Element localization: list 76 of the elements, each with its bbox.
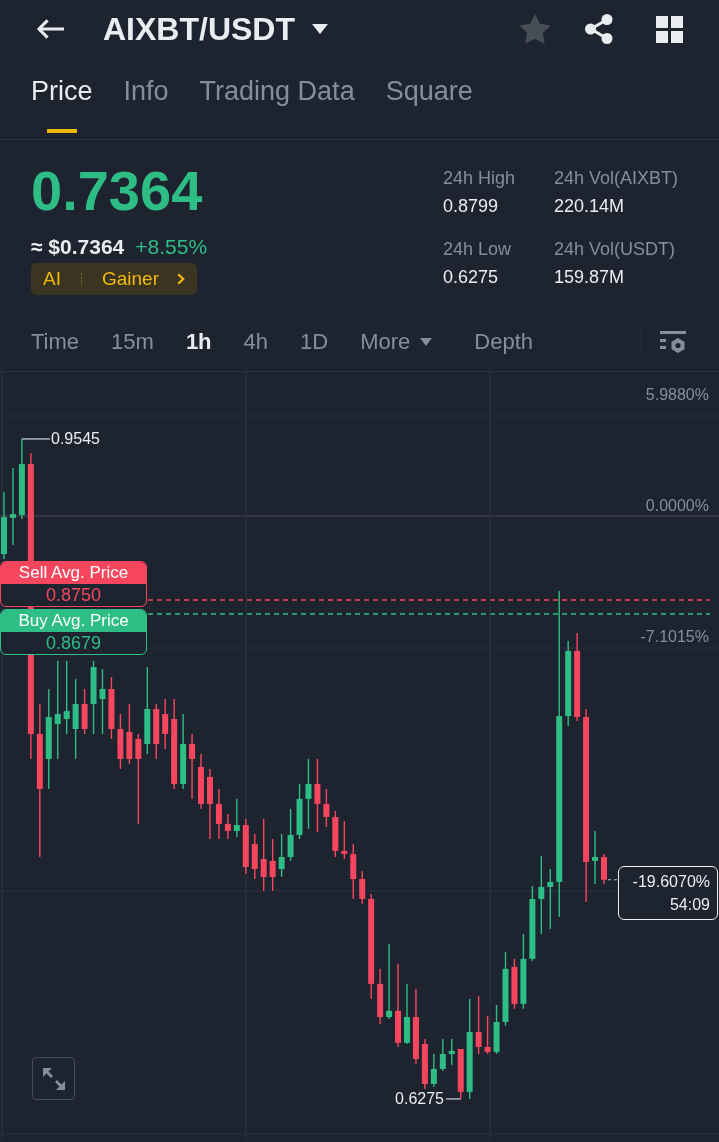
expand-icon bbox=[42, 1067, 65, 1090]
candle bbox=[484, 1015, 491, 1054]
leader-line bbox=[21, 438, 51, 440]
candle bbox=[404, 983, 410, 1044]
star-icon[interactable] bbox=[519, 14, 551, 44]
candle bbox=[592, 830, 599, 884]
stat-label: 24h Low bbox=[443, 238, 512, 260]
share-icon[interactable] bbox=[585, 14, 613, 44]
stat-label: 24h Vol(USDT) bbox=[554, 238, 676, 260]
candle bbox=[350, 844, 357, 899]
avg-price-value: 0.8679 bbox=[45, 632, 102, 654]
grid-icon[interactable] bbox=[656, 15, 683, 43]
candle bbox=[448, 1039, 455, 1065]
settings-icon[interactable] bbox=[660, 330, 686, 353]
back-arrow-icon[interactable] bbox=[35, 17, 66, 41]
interval-tab[interactable]: 1h bbox=[185, 327, 212, 356]
tab[interactable]: Square bbox=[385, 74, 473, 136]
candle bbox=[377, 968, 384, 1024]
stat-value: 220.14M bbox=[554, 195, 625, 217]
candle bbox=[206, 768, 213, 840]
price-change: +8.55% bbox=[135, 234, 208, 260]
interval-tab[interactable]: 4h bbox=[243, 327, 269, 356]
tag-chip[interactable]: AI Gainer bbox=[31, 263, 197, 295]
stat-value: 159.87M bbox=[554, 266, 625, 288]
candle bbox=[189, 734, 196, 799]
candle bbox=[457, 1049, 464, 1099]
candle bbox=[242, 818, 249, 874]
low-price-label: 0.6275 bbox=[395, 1088, 444, 1109]
candle bbox=[601, 854, 607, 884]
fiat-price: ≈ $0.7364 bbox=[31, 234, 125, 260]
candle bbox=[153, 704, 160, 759]
tab[interactable]: Price bbox=[31, 74, 93, 136]
avg-price-title: Sell Avg. Price bbox=[1, 562, 146, 584]
expand-button[interactable] bbox=[32, 1057, 75, 1100]
tag-label: AI bbox=[43, 268, 61, 290]
avg-price-title: Buy Avg. Price bbox=[1, 610, 146, 632]
stat-value: 0.6275 bbox=[443, 266, 499, 288]
stat-label: 24h Vol(AIXBT) bbox=[554, 167, 679, 189]
candle bbox=[359, 871, 366, 904]
caret-down-icon bbox=[312, 24, 328, 34]
candle bbox=[224, 813, 231, 840]
candle bbox=[493, 1004, 500, 1054]
chevron-right-icon bbox=[177, 273, 185, 285]
caret-down-icon bbox=[420, 337, 433, 346]
candle bbox=[430, 1054, 437, 1087]
countdown-timer: 54:09 bbox=[669, 894, 710, 915]
candle bbox=[269, 839, 276, 892]
interval-tab[interactable]: More bbox=[360, 327, 433, 356]
candle bbox=[162, 699, 169, 749]
candle bbox=[547, 869, 554, 929]
candle bbox=[1, 492, 7, 559]
tag-label: Gainer bbox=[101, 268, 159, 290]
high-price-label: 0.9545 bbox=[51, 428, 100, 449]
stat-value: 0.8799 bbox=[443, 195, 499, 217]
tab[interactable]: Trading Data bbox=[199, 74, 355, 136]
last-price-line bbox=[607, 879, 618, 881]
interval-tab[interactable]: Depth bbox=[474, 327, 533, 356]
interval-tab[interactable]: 15m bbox=[111, 327, 154, 356]
candle bbox=[215, 788, 222, 840]
avg-price-value: 0.8750 bbox=[45, 584, 102, 606]
axis-label: 0.0000% bbox=[645, 497, 709, 514]
stat-label: 24h High bbox=[443, 167, 516, 189]
interval-tab[interactable]: Time bbox=[31, 327, 80, 356]
price-change-label: -19.6070% bbox=[632, 871, 710, 892]
interval-tab[interactable]: 1D bbox=[300, 327, 329, 356]
candle bbox=[421, 1039, 428, 1089]
last-price: 0.7364 bbox=[31, 160, 203, 222]
axis-label: 5.9880% bbox=[645, 386, 709, 404]
tab[interactable]: Info bbox=[123, 74, 169, 136]
candle bbox=[439, 1039, 446, 1071]
pair-selector-button[interactable]: AIXBT/USDT bbox=[103, 9, 328, 49]
leader-line bbox=[445, 1098, 462, 1100]
candle bbox=[341, 820, 348, 860]
candle bbox=[233, 798, 240, 837]
candle bbox=[251, 834, 258, 879]
axis-label: -7.1015% bbox=[640, 628, 709, 646]
